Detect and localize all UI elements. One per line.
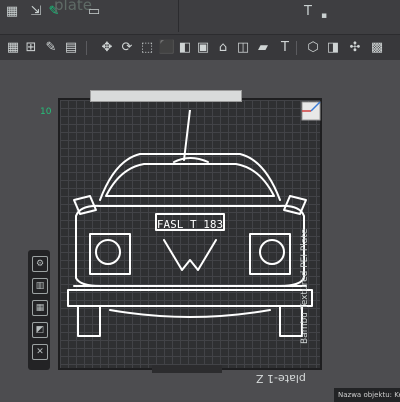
seam-icon[interactable]: ◫ — [234, 39, 252, 57]
text-icon[interactable]: T — [300, 4, 316, 20]
view-icon[interactable]: ▩ — [368, 39, 386, 57]
main-toolbar: ▦ ⊞ ✎ ▤ ✥ ⟳ ⬚ ⬛ ◧ ▣ ⌂ ◫ ▰ T ⬡ ◨ ✣ ▩ — [0, 34, 400, 61]
place-icon[interactable]: ⬛ — [158, 39, 176, 57]
grid-icon[interactable]: ▦ — [4, 39, 22, 57]
add-icon[interactable]: ⊞ — [22, 39, 40, 57]
plate-texture-label: Bambu Textured PEI Plate — [300, 228, 310, 344]
divider — [178, 0, 179, 32]
plate-notch — [152, 365, 222, 373]
rotate-icon[interactable]: ⟳ — [118, 39, 136, 57]
grid-icon[interactable]: ▦ — [4, 4, 20, 20]
plate-top-strip — [90, 90, 242, 102]
move-icon[interactable]: ✥ — [98, 39, 116, 57]
scale-icon[interactable]: ⬚ — [138, 39, 156, 57]
orient-icon[interactable]: ◩ — [32, 322, 48, 338]
paint-icon[interactable]: ▰ — [254, 39, 272, 57]
layout-icon[interactable]: ▤ — [62, 39, 80, 57]
plate-tools-panel: ⚙ ▥ ▦ ◩ ✕ — [28, 250, 50, 370]
import-icon[interactable]: ⇲ — [28, 4, 44, 20]
plate-slice-icon[interactable]: ▭ — [86, 4, 102, 20]
text-sub-icon: ▪ — [320, 11, 328, 21]
edit-icon[interactable]: ✎ — [42, 39, 60, 57]
divider — [296, 41, 297, 55]
origin-label: 10 — [40, 107, 52, 117]
split-icon[interactable]: ▣ — [194, 39, 212, 57]
assemble-icon[interactable]: ✣ — [346, 39, 364, 57]
plate-name-label: plate-1 Z — [256, 372, 306, 385]
close-icon[interactable]: ✕ — [32, 344, 48, 360]
lock-icon[interactable]: ▥ — [32, 278, 48, 294]
cube-icon[interactable]: ⬡ — [304, 39, 322, 57]
settings-icon[interactable]: ⚙ — [32, 256, 48, 272]
arrange-icon[interactable]: ▦ — [32, 300, 48, 316]
divider — [86, 41, 87, 55]
model-outline[interactable]: FASL T 183 — [60, 110, 320, 370]
text-icon[interactable]: T — [276, 39, 294, 57]
measure-icon[interactable]: ◨ — [324, 39, 342, 57]
support-icon[interactable]: ⌂ — [214, 39, 232, 57]
title-bar: ▦ ⇲ ✎ plate ▭ T ▪ — [0, 0, 400, 34]
cut-icon[interactable]: ◧ — [176, 39, 194, 57]
license-plate-text: FASL T 183 — [157, 218, 223, 231]
